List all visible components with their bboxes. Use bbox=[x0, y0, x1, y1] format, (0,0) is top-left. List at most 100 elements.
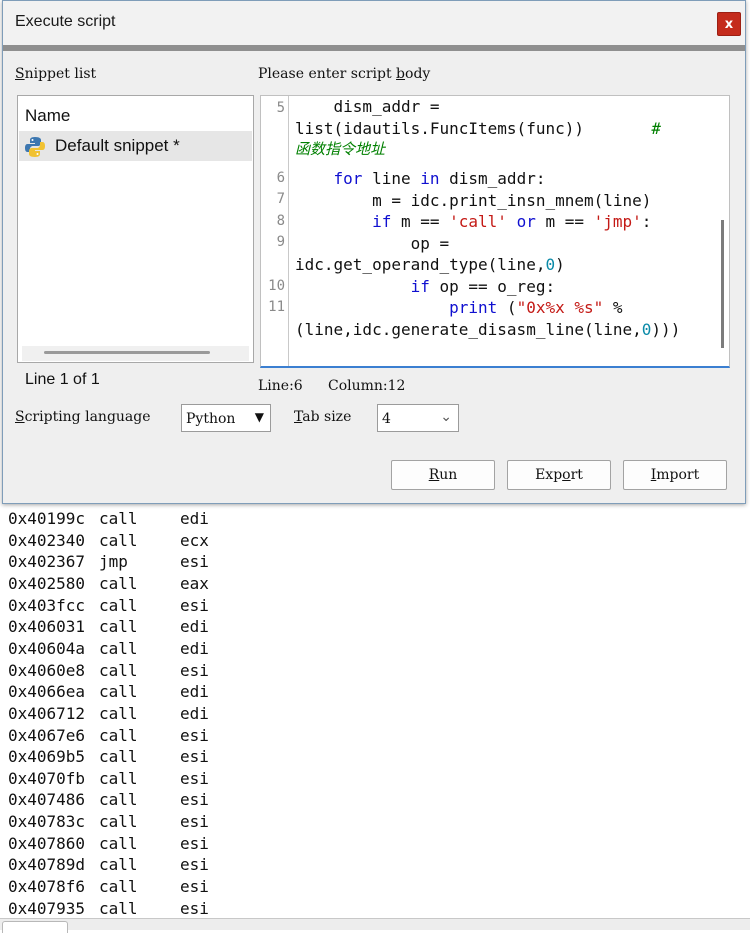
run-button[interactable]: Run bbox=[391, 460, 495, 490]
output-line: 0x402367 jmp esi bbox=[8, 551, 209, 573]
output-addr: 0x4067e6 bbox=[8, 725, 86, 745]
output-mnem: call bbox=[99, 573, 138, 593]
output-mnem: call bbox=[99, 768, 138, 788]
output-line: 0x406031 call edi bbox=[8, 616, 209, 638]
output-bottom-bar bbox=[0, 918, 750, 933]
code-line: m = idc.print_insn_mnem(line) bbox=[295, 191, 652, 210]
output-reg: esi bbox=[180, 812, 209, 832]
output-mnem: call bbox=[99, 747, 138, 767]
snippet-column-header[interactable]: Name bbox=[25, 106, 70, 126]
output-mnem: call bbox=[99, 725, 138, 745]
output-mnem: call bbox=[99, 617, 138, 637]
output-reg: edi bbox=[180, 638, 209, 658]
output-reg: esi bbox=[180, 855, 209, 875]
output-mnem: call bbox=[99, 703, 138, 723]
export-button[interactable]: Export bbox=[507, 460, 611, 490]
output-mnem: call bbox=[99, 833, 138, 853]
output-mnem: call bbox=[99, 638, 138, 658]
output-mnem: call bbox=[99, 855, 138, 875]
output-reg: ecx bbox=[180, 530, 209, 550]
line-number: 7 bbox=[276, 191, 285, 207]
editor-scroll-thumb[interactable] bbox=[721, 220, 724, 348]
output-addr: 0x40604a bbox=[8, 638, 86, 658]
output-addr: 0x40789d bbox=[8, 855, 86, 875]
output-line: 0x4066ea call edi bbox=[8, 681, 209, 703]
snippet-scroll-thumb[interactable] bbox=[44, 351, 210, 354]
line-number: 5 bbox=[276, 100, 285, 116]
code-line: idc.get_operand_type(line,0) bbox=[295, 255, 565, 274]
output-addr: 0x40783c bbox=[8, 812, 86, 832]
output-addr: 0x4078f6 bbox=[8, 877, 86, 897]
output-line: 0x40789d call esi bbox=[8, 854, 209, 876]
output-line: 0x4070fb call esi bbox=[8, 768, 209, 790]
line-number: 6 bbox=[276, 170, 285, 186]
output-addr: 0x402367 bbox=[8, 552, 86, 572]
line-number: 8 bbox=[276, 213, 285, 229]
output-line: 0x4060e8 call esi bbox=[8, 660, 209, 682]
output-reg: esi bbox=[180, 725, 209, 745]
output-line: 0x4069b5 call esi bbox=[8, 746, 209, 768]
output-addr: 0x40199c bbox=[8, 509, 86, 528]
output-reg: esi bbox=[180, 747, 209, 767]
tab-size-value: 4 bbox=[382, 411, 391, 427]
output-line: 0x4078f6 call esi bbox=[8, 876, 209, 898]
code-line: list(idautils.FuncItems(func)) # bbox=[295, 119, 662, 138]
output-reg: esi bbox=[180, 898, 209, 918]
scripting-language-value: Python bbox=[186, 411, 236, 427]
cursor-line-status: Line:6 bbox=[258, 378, 303, 394]
output-reg: esi bbox=[180, 595, 209, 615]
output-addr: 0x407935 bbox=[8, 898, 86, 918]
snippet-list[interactable]: Name Default snippet * bbox=[17, 95, 254, 363]
script-body-label: Please enter script body bbox=[258, 66, 431, 82]
output-line: 0x403fcc call esi bbox=[8, 595, 209, 617]
editor-vertical-scrollbar[interactable] bbox=[716, 96, 729, 366]
output-line: 0x4067e6 call esi bbox=[8, 725, 209, 747]
script-editor[interactable]: 5 6 7 8 9 10 11 dism_addr = list(idautil… bbox=[260, 95, 730, 368]
code-line: for line in dism_addr: bbox=[333, 169, 546, 188]
output-reg: edi bbox=[180, 617, 209, 637]
output-mnem: call bbox=[99, 790, 138, 810]
output-line: 0x40783c call esi bbox=[8, 811, 209, 833]
output-addr: 0x4069b5 bbox=[8, 747, 86, 767]
output-mnem: call bbox=[99, 682, 138, 702]
output-mnem: call bbox=[99, 509, 138, 528]
import-button[interactable]: Import bbox=[623, 460, 727, 490]
dialog-title: Execute script bbox=[15, 13, 116, 30]
python-icon bbox=[25, 137, 45, 157]
code-comment: 函数指令地址 bbox=[295, 140, 386, 158]
output-mnem: call bbox=[99, 877, 138, 897]
cursor-column-status: Column:12 bbox=[328, 378, 406, 394]
output-line: 0x406712 call edi bbox=[8, 703, 209, 725]
dropdown-arrow-icon: ▼ bbox=[254, 410, 264, 424]
output-tab[interactable] bbox=[2, 921, 68, 933]
snippet-line-info: Line 1 of 1 bbox=[25, 371, 100, 388]
snippet-item[interactable]: Default snippet * bbox=[19, 131, 252, 161]
output-reg: esi bbox=[180, 833, 209, 853]
output-reg: edi bbox=[180, 509, 209, 528]
output-reg: edi bbox=[180, 703, 209, 723]
code-line: if m == 'call' or m == 'jmp': bbox=[372, 212, 652, 231]
output-mnem: call bbox=[99, 812, 138, 832]
output-line: 0x402580 call eax bbox=[8, 573, 209, 595]
output-mnem: call bbox=[99, 898, 138, 918]
output-addr: 0x4060e8 bbox=[8, 660, 86, 680]
code-line: op = bbox=[295, 234, 450, 253]
line-number: 11 bbox=[268, 299, 285, 315]
output-addr: 0x402340 bbox=[8, 530, 86, 550]
snippet-horizontal-scrollbar[interactable] bbox=[22, 346, 249, 361]
code-line: dism_addr = bbox=[295, 97, 440, 116]
close-button[interactable]: x bbox=[717, 12, 741, 36]
output-addr: 0x406031 bbox=[8, 617, 86, 637]
output-reg: esi bbox=[180, 790, 209, 810]
output-reg: esi bbox=[180, 660, 209, 680]
line-number-gutter: 5 6 7 8 9 10 11 bbox=[261, 96, 289, 366]
code-line: print ("0x%x %s" % bbox=[449, 298, 623, 317]
scripting-language-select[interactable]: Python ▼ bbox=[181, 404, 271, 432]
tab-size-select[interactable]: 4 ⌄ bbox=[377, 404, 459, 432]
scripting-language-label: Scripting language bbox=[15, 409, 151, 425]
code-line: if op == o_reg: bbox=[410, 277, 556, 296]
output-reg: esi bbox=[180, 552, 209, 572]
output-mnem: call bbox=[99, 530, 138, 550]
output-addr: 0x407860 bbox=[8, 833, 86, 853]
output-mnem: jmp bbox=[99, 552, 128, 572]
